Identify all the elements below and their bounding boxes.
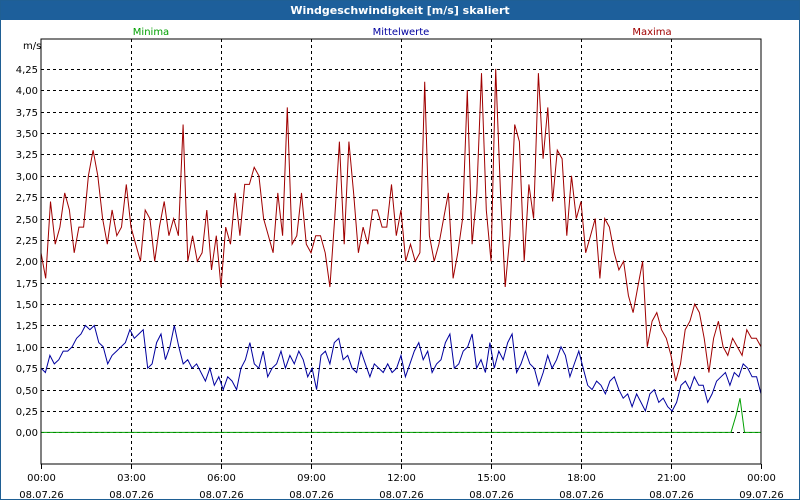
x-tick-time-label: 09:00 bbox=[297, 473, 326, 484]
y-tick-label: 4,00 bbox=[16, 86, 38, 97]
y-tick-label: 4,25 bbox=[16, 65, 38, 76]
chart-window: Windgeschwindigkeit [m/s] skaliert 0,00 0… bbox=[0, 0, 800, 500]
x-tick-date-label: 09.07.26 bbox=[739, 490, 784, 499]
y-tick-label: 1,25 bbox=[16, 321, 38, 332]
x-tick-date-label: 08.07.26 bbox=[379, 490, 424, 499]
y-tick-label: 3,75 bbox=[16, 108, 38, 119]
grid-lines bbox=[41, 39, 761, 464]
x-tick-date-label: 08.07.26 bbox=[109, 490, 154, 499]
title-bar: Windgeschwindigkeit [m/s] skaliert bbox=[1, 1, 799, 20]
y-tick-label: 3,50 bbox=[16, 129, 38, 140]
x-axis-ticks: 00:00 08.07.26 03:00 08.07.26 06:00 08.07.26 0… bbox=[19, 464, 784, 499]
y-tick-label: 1,00 bbox=[16, 343, 38, 354]
x-tick-time-label: 12:00 bbox=[387, 473, 416, 484]
y-tick-label: 3,00 bbox=[16, 172, 38, 183]
x-tick-time-label: 00:00 bbox=[27, 473, 56, 484]
chart-canvas: 0,00 0,25 0,50 0,75 1,00 1,25 1,50 1,75 2,00 2,25… bbox=[16, 27, 784, 499]
x-tick-date-label: 08.07.26 bbox=[649, 490, 694, 499]
legend-entry-maxima: Maxima bbox=[632, 27, 671, 38]
x-tick-time-label: 18:00 bbox=[567, 473, 596, 484]
y-tick-label: 0,00 bbox=[16, 428, 38, 439]
series-line-minima bbox=[41, 398, 761, 433]
legend-entry-minima: Minima bbox=[133, 27, 169, 38]
y-tick-label: 2,50 bbox=[16, 215, 38, 226]
y-tick-label: 2,25 bbox=[16, 236, 38, 247]
y-tick-label: 0,25 bbox=[16, 407, 38, 418]
y-axis-ticks: 0,00 0,25 0,50 0,75 1,00 1,25 1,50 1,75 2,00 2,25… bbox=[16, 65, 38, 439]
y-axis-label: m/s bbox=[23, 41, 41, 52]
y-tick-label: 1,75 bbox=[16, 279, 38, 290]
y-tick-label: 1,50 bbox=[16, 300, 38, 311]
x-tick-date-label: 08.07.26 bbox=[469, 490, 514, 499]
legend: Minima Mittelwerte Maxima bbox=[133, 27, 672, 38]
chart-title: Windgeschwindigkeit [m/s] skaliert bbox=[290, 4, 510, 17]
y-tick-label: 0,75 bbox=[16, 364, 38, 375]
x-tick-date-label: 08.07.26 bbox=[289, 490, 334, 499]
x-tick-date-label: 08.07.26 bbox=[19, 490, 64, 499]
x-tick-time-label: 00:00 bbox=[747, 473, 776, 484]
x-tick-date-label: 08.07.26 bbox=[559, 490, 604, 499]
y-tick-label: 2,00 bbox=[16, 257, 38, 268]
legend-entry-mittelwerte: Mittelwerte bbox=[373, 27, 430, 38]
x-tick-time-label: 15:00 bbox=[477, 473, 506, 484]
x-tick-date-label: 08.07.26 bbox=[199, 490, 244, 499]
x-tick-time-label: 21:00 bbox=[657, 473, 686, 484]
x-tick-time-label: 06:00 bbox=[207, 473, 236, 484]
y-tick-label: 2,75 bbox=[16, 193, 38, 204]
x-tick-time-label: 03:00 bbox=[117, 473, 146, 484]
y-tick-label: 3,25 bbox=[16, 150, 38, 161]
y-tick-label: 0,50 bbox=[16, 386, 38, 397]
